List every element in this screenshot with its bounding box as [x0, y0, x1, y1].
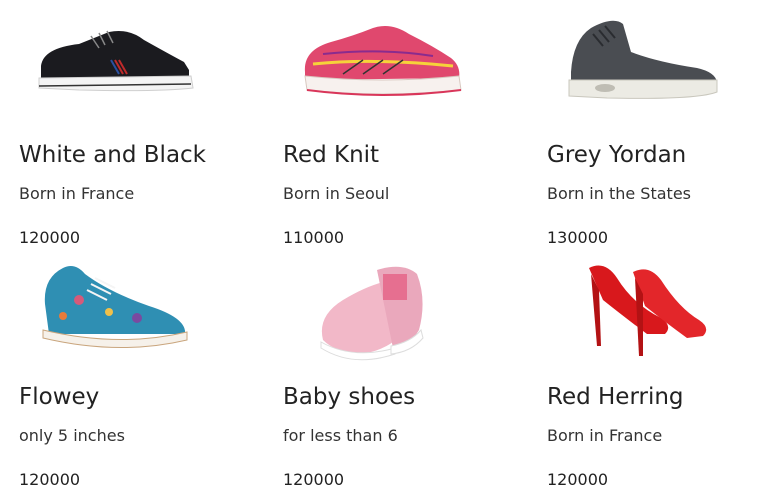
product-name: Grey Yordan — [547, 142, 687, 168]
product-name: Red Knit — [283, 142, 380, 168]
product-image[interactable] — [547, 260, 776, 370]
pink-slip-on-shoe-icon — [320, 266, 424, 361]
floral-oxford-shoe-icon — [42, 266, 188, 349]
product-card-red-knit[interactable]: Red Knit Born in Seoul 110000 — [283, 18, 523, 263]
product-name: White and Black — [19, 142, 206, 168]
product-card-red-herring[interactable]: Red Herring Born in France 120000 — [547, 260, 776, 493]
red-high-heels-icon — [589, 265, 707, 356]
product-description: for less than 6 — [283, 426, 398, 445]
product-card-white-and-black[interactable]: White and Black Born in France 120000 — [19, 18, 259, 263]
black-sneaker-icon — [38, 30, 194, 92]
product-price: 120000 — [283, 470, 345, 489]
product-description: Born in France — [547, 426, 663, 445]
product-description: only 5 inches — [19, 426, 125, 445]
product-name: Red Herring — [547, 384, 684, 410]
product-price: 130000 — [547, 228, 609, 247]
product-image[interactable] — [547, 18, 776, 128]
product-description: Born in France — [19, 184, 135, 203]
product-description: Born in the States — [547, 184, 691, 203]
product-image[interactable] — [19, 18, 259, 128]
product-grid: White and Black Born in France 120000 Re… — [0, 0, 776, 493]
red-running-shoe-icon — [304, 26, 462, 96]
grey-high-top-sneaker-icon — [568, 20, 718, 99]
product-name: Baby shoes — [283, 384, 416, 410]
product-image[interactable] — [19, 260, 259, 370]
product-image[interactable] — [283, 260, 523, 370]
product-image[interactable] — [283, 18, 523, 128]
product-price: 110000 — [283, 228, 345, 247]
product-price: 120000 — [547, 470, 609, 489]
product-card-baby-shoes[interactable]: Baby shoes for less than 6 120000 — [283, 260, 523, 493]
product-card-grey-yordan[interactable]: Grey Yordan Born in the States 130000 — [547, 18, 776, 263]
product-price: 120000 — [19, 470, 81, 489]
product-price: 120000 — [19, 228, 81, 247]
product-description: Born in Seoul — [283, 184, 390, 203]
product-name: Flowey — [19, 384, 100, 410]
product-card-flowey[interactable]: Flowey only 5 inches 120000 — [19, 260, 259, 493]
